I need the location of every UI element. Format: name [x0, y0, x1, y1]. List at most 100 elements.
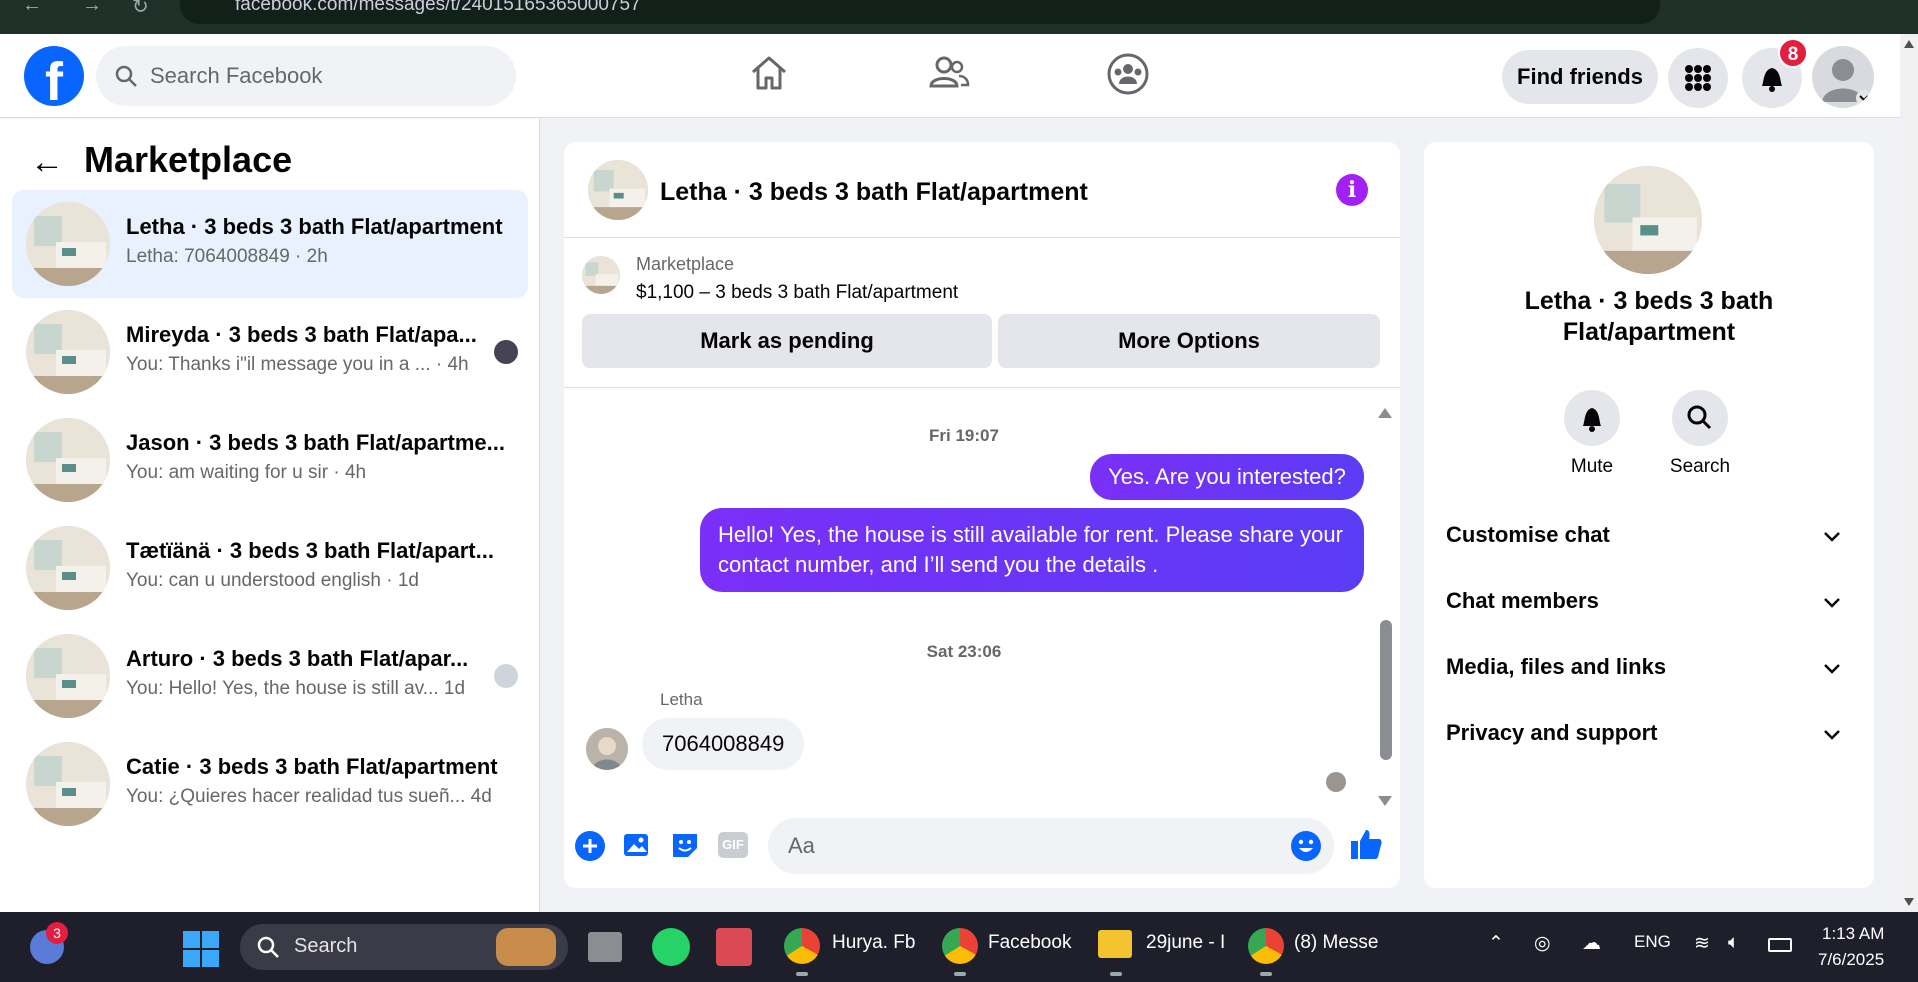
browser-toolbar: ← → ↻ facebook.com/messages/t/2401516536… — [0, 0, 1918, 34]
plus-icon[interactable] — [574, 830, 606, 862]
listing-card: Marketplace $1,100 – 3 beds 3 bath Flat/… — [564, 238, 1400, 388]
sidebar-title: Marketplace — [84, 139, 293, 180]
volume-icon[interactable]: 🔈︎ — [1728, 932, 1739, 954]
listing-source: Marketplace — [636, 254, 735, 274]
conversation-item[interactable]: Tætïänä · 3 beds 3 bath Flat/apart... Yo… — [12, 514, 528, 622]
sender-avatar[interactable] — [586, 728, 628, 770]
conversation-item[interactable]: Arturo · 3 beds 3 bath Flat/apar... You:… — [12, 622, 528, 730]
privacy-support-section[interactable]: Privacy and support — [1446, 708, 1852, 758]
folder-icon[interactable] — [1098, 930, 1132, 958]
listing-thumbnail — [26, 742, 110, 826]
scroll-up-icon[interactable] — [1378, 408, 1392, 418]
scrollbar-thumb[interactable] — [1380, 620, 1392, 760]
outgoing-message[interactable]: Yes. Are you interested? — [1090, 454, 1364, 500]
listing-thumbnail — [26, 418, 110, 502]
find-friends-button[interactable]: Find friends — [1502, 50, 1658, 104]
sender-name: Letha — [660, 690, 703, 709]
message-timestamp: Fri 19:07 — [929, 426, 999, 445]
scroll-up-icon[interactable] — [1904, 40, 1914, 48]
media-files-links-section[interactable]: Media, files and links — [1446, 642, 1852, 692]
taskbar-app-label[interactable]: (8) Messe — [1294, 932, 1378, 954]
chrome-icon[interactable] — [942, 928, 978, 964]
taskbar-app-label[interactable]: 29june - I — [1146, 932, 1225, 954]
listing-price[interactable]: $1,100 – 3 beds 3 bath Flat/apartment — [636, 282, 958, 304]
facebook-logo[interactable]: f — [24, 46, 84, 106]
search-in-chat-button[interactable]: Search — [1650, 390, 1750, 478]
taskbar-app-label[interactable]: Facebook — [988, 932, 1071, 954]
wifi-icon[interactable]: ≋ — [1694, 932, 1710, 955]
clock-date[interactable]: 7/6/2025 — [1818, 950, 1884, 970]
conversation-item[interactable]: Catie · 3 beds 3 bath Flat/apartment You… — [12, 730, 528, 838]
scroll-down-icon[interactable] — [1378, 796, 1392, 806]
gif-icon[interactable]: GIF — [718, 832, 748, 858]
friends-icon[interactable] — [928, 52, 970, 94]
language-indicator[interactable]: ENG — [1634, 932, 1671, 952]
menu-grid-icon — [1685, 65, 1711, 91]
read-receipt-avatar — [1326, 772, 1346, 792]
chat-window: Letha · 3 beds 3 bath Flat/apartment i M… — [564, 142, 1400, 888]
conversation-name: Letha · 3 beds 3 bath Flat/apartment — [126, 214, 503, 239]
chat-thumbnail[interactable] — [588, 160, 648, 220]
windows-taskbar: 3 Search Hurya. Fb Facebook 29june - I (… — [0, 912, 1918, 982]
copilot-icon[interactable]: ◎ — [1534, 932, 1551, 955]
more-options-button[interactable]: More Options — [998, 314, 1380, 368]
message-thread[interactable]: Fri 19:07 Yes. Are you interested? Hello… — [564, 390, 1400, 810]
taskbar-search[interactable]: Search — [240, 924, 568, 970]
whatsapp-icon[interactable] — [652, 928, 690, 966]
conversation-item[interactable]: Mireyda · 3 beds 3 bath Flat/apa... You:… — [12, 298, 528, 406]
details-title: Letha · 3 beds 3 bath Flat/apartment — [1524, 287, 1774, 346]
conversation-name: Catie · 3 beds 3 bath Flat/apartment — [126, 754, 498, 779]
conversation-item[interactable]: Letha · 3 beds 3 bath Flat/apartment Let… — [12, 190, 528, 298]
home-icon[interactable] — [748, 52, 790, 94]
outgoing-message[interactable]: Hello! Yes, the house is still available… — [700, 508, 1364, 592]
message-input[interactable]: Aa — [768, 818, 1334, 874]
conversation-preview: You: am waiting for u sir · 4h — [126, 462, 367, 483]
photo-icon[interactable] — [622, 830, 652, 860]
taskbar-app-label[interactable]: Hurya. Fb — [832, 932, 915, 954]
cloud-icon[interactable]: ☁ — [1582, 932, 1601, 955]
search-icon — [257, 936, 279, 958]
details-thumbnail[interactable] — [1594, 166, 1702, 274]
menu-button[interactable] — [1668, 48, 1728, 108]
emoji-icon[interactable] — [1290, 830, 1322, 862]
conversation-preview: You: Hello! Yes, the house is still av..… — [126, 678, 466, 699]
clock-time[interactable]: 1:13 AM — [1822, 924, 1884, 944]
forward-nav-icon[interactable]: → — [82, 0, 102, 17]
back-arrow-icon[interactable]: ← — [30, 143, 64, 182]
page-scrollbar[interactable] — [1900, 34, 1918, 912]
chevron-down-icon — [1824, 730, 1840, 740]
taskbar-search-label: Search — [294, 935, 358, 957]
conversation-item[interactable]: Jason · 3 beds 3 bath Flat/apartme... Yo… — [12, 406, 528, 514]
info-icon[interactable]: i — [1336, 174, 1368, 206]
listing-thumbnail — [26, 526, 110, 610]
chrome-icon[interactable] — [1248, 928, 1284, 964]
reload-icon[interactable]: ↻ — [132, 0, 149, 19]
chat-members-section[interactable]: Chat members — [1446, 576, 1852, 626]
mute-button[interactable]: Mute — [1542, 390, 1642, 478]
mark-as-pending-button[interactable]: Mark as pending — [582, 314, 992, 368]
listing-thumbnail[interactable] — [582, 256, 620, 294]
battery-icon[interactable] — [1768, 938, 1792, 952]
conversation-name: Mireyda · 3 beds 3 bath Flat/apa... — [126, 322, 477, 347]
seen-avatar — [494, 664, 518, 688]
windows-start-icon[interactable] — [182, 930, 220, 968]
customise-chat-section[interactable]: Customise chat — [1446, 510, 1852, 560]
search-input[interactable]: Search Facebook — [96, 46, 516, 106]
url-text[interactable]: facebook.com/messages/t/2401516536500075… — [235, 0, 641, 16]
section-label: Chat members — [1446, 588, 1599, 613]
task-view-icon[interactable] — [588, 932, 622, 962]
conversation-name: Jason · 3 beds 3 bath Flat/apartme... — [126, 430, 505, 455]
default-avatar-icon — [1822, 59, 1872, 106]
back-nav-icon[interactable]: ← — [22, 0, 42, 17]
conversation-preview: You: ¿Quieres hacer realidad tus sueñ...… — [126, 786, 492, 807]
scroll-down-icon[interactable] — [1904, 898, 1914, 906]
chevron-up-icon[interactable]: ⌃ — [1488, 932, 1504, 955]
groups-icon[interactable] — [1106, 52, 1150, 96]
chat-title[interactable]: Letha · 3 beds 3 bath Flat/apartment — [660, 178, 1088, 207]
snipping-tool-icon[interactable] — [716, 928, 752, 966]
account-avatar[interactable] — [1812, 46, 1874, 108]
incoming-message[interactable]: 7064008849 — [642, 718, 805, 770]
thumbs-up-icon[interactable] — [1348, 826, 1384, 862]
chrome-icon[interactable] — [784, 928, 820, 964]
sticker-icon[interactable] — [670, 830, 700, 860]
